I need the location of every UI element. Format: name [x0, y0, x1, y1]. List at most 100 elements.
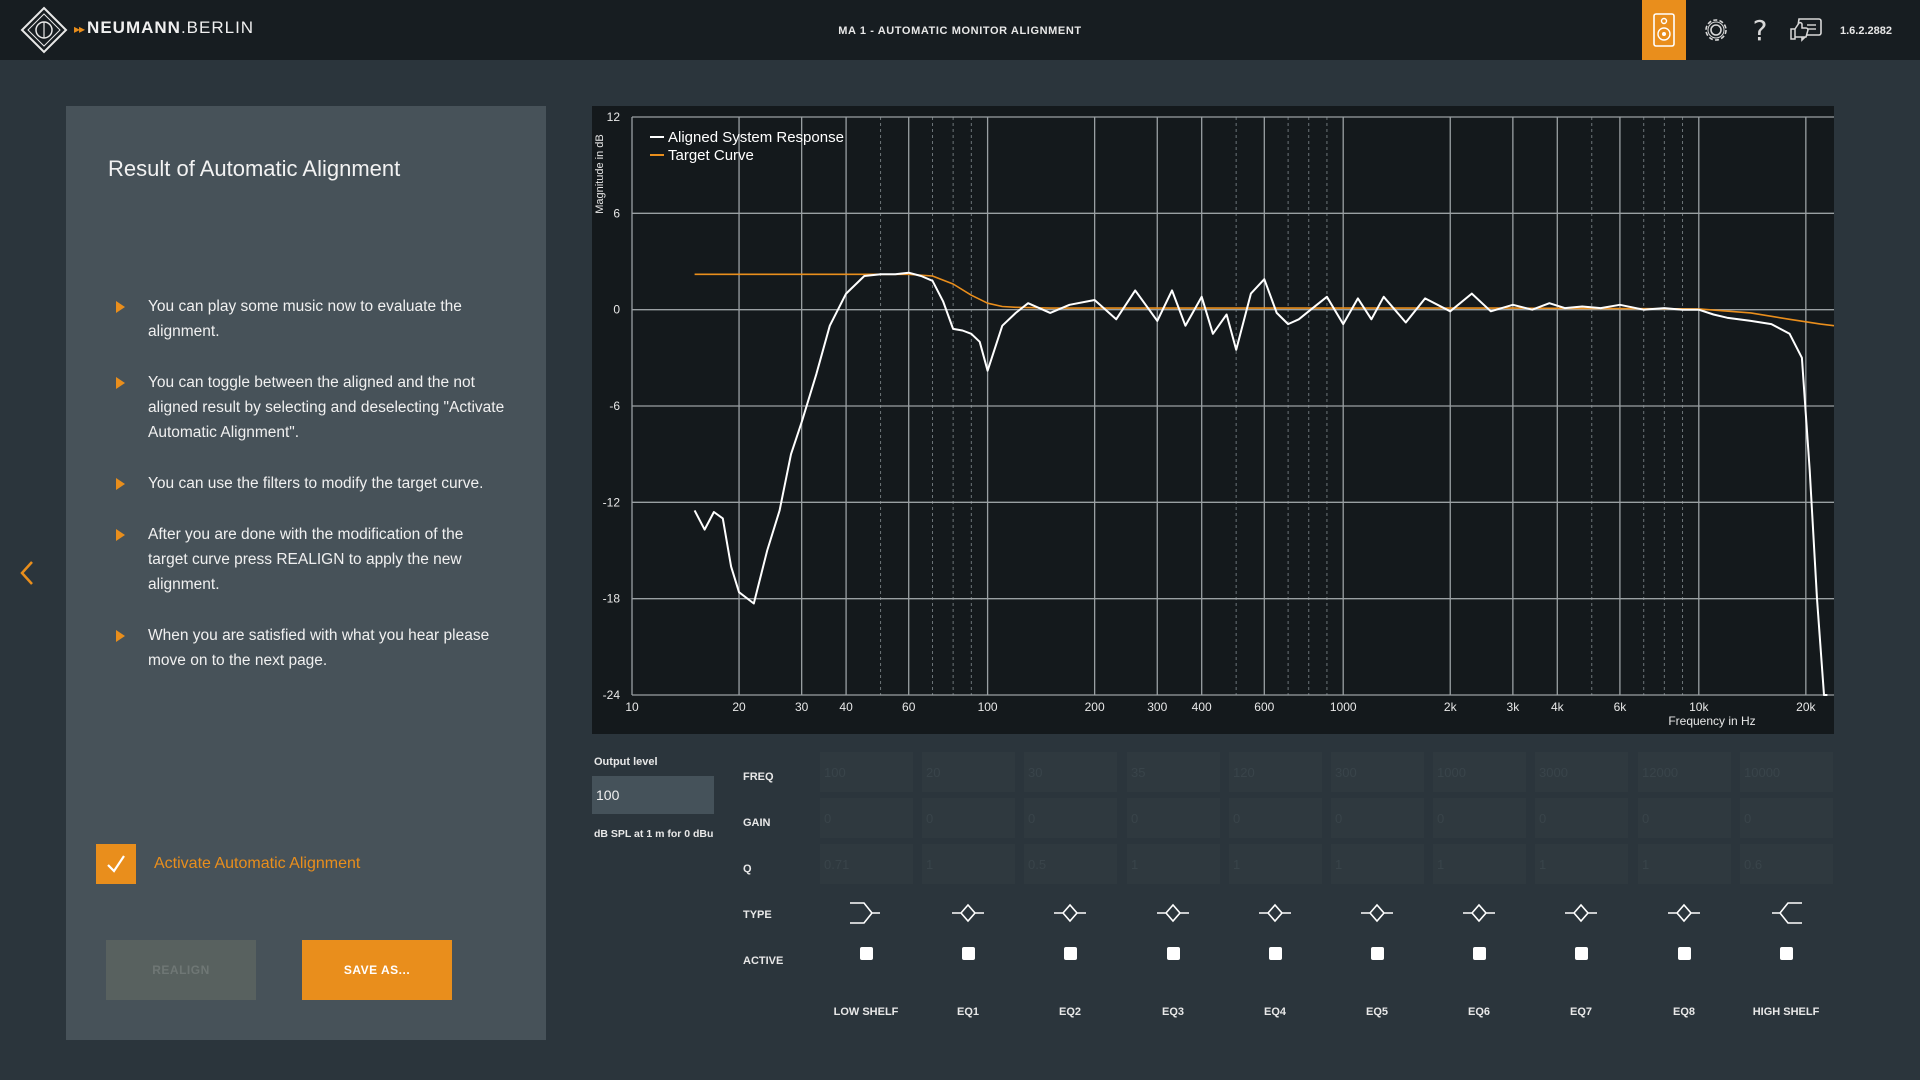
freq-input[interactable] — [820, 752, 913, 792]
gain-input[interactable] — [820, 798, 913, 838]
band-name-label: EQ3 — [1161, 1006, 1184, 1018]
peak-eq-icon[interactable] — [948, 898, 988, 928]
gain-input[interactable] — [1740, 798, 1833, 838]
peak-eq-icon[interactable] — [1561, 898, 1601, 928]
x-tick-label: 20k — [1796, 700, 1816, 714]
feedback-button[interactable] — [1784, 0, 1828, 60]
help-button[interactable]: ? — [1738, 0, 1782, 60]
tip-item: You can play some music now to evaluate … — [116, 294, 506, 344]
freq-input[interactable] — [1740, 752, 1833, 792]
q-input[interactable] — [820, 844, 913, 884]
q-input[interactable] — [1740, 844, 1833, 884]
peak-eq-icon[interactable] — [1357, 898, 1397, 928]
chevron-left-icon[interactable] — [16, 558, 40, 588]
band-name-label: EQ6 — [1467, 1006, 1490, 1018]
activate-alignment-checkbox[interactable] — [96, 844, 136, 884]
activate-alignment-toggle[interactable]: Activate Automatic Alignment — [96, 844, 360, 884]
gain-input[interactable] — [1331, 798, 1424, 838]
q-input[interactable] — [1535, 844, 1628, 884]
gear-icon — [1705, 19, 1727, 41]
x-tick-label: 100 — [978, 700, 998, 714]
feedback-icon — [1790, 18, 1822, 42]
active-checkbox[interactable] — [1780, 947, 1793, 960]
freq-input[interactable] — [1433, 752, 1526, 792]
active-checkbox[interactable] — [1575, 947, 1588, 960]
freq-input[interactable] — [922, 752, 1015, 792]
active-checkbox[interactable] — [1678, 947, 1691, 960]
peak-eq-icon[interactable] — [1459, 898, 1499, 928]
high-shelf-icon[interactable] — [1766, 898, 1806, 928]
save-as-button[interactable]: SAVE AS... — [302, 940, 452, 1000]
top-bar: ▸▸ NEUMANN.BERLIN MA 1 - AUTOMATIC MONITO… — [0, 0, 1920, 60]
freq-input[interactable] — [1331, 752, 1424, 792]
gain-input[interactable] — [1638, 798, 1731, 838]
gain-input[interactable] — [1229, 798, 1322, 838]
q-input[interactable] — [1024, 844, 1117, 884]
x-tick-label: 20 — [732, 700, 746, 714]
freq-input[interactable] — [1229, 752, 1322, 792]
tips-list: You can play some music now to evaluate … — [116, 294, 506, 699]
bullet-arrow-icon — [116, 301, 125, 313]
x-axis-label: Frequency in Hz — [1668, 714, 1755, 728]
output-level-input[interactable] — [592, 776, 714, 814]
q-input[interactable] — [1433, 844, 1526, 884]
q-input[interactable] — [1127, 844, 1220, 884]
band-name-label: EQ2 — [1058, 1006, 1081, 1018]
q-input[interactable] — [1638, 844, 1731, 884]
peak-eq-icon[interactable] — [1255, 898, 1295, 928]
checkmark-icon — [107, 855, 125, 873]
q-input[interactable] — [1229, 844, 1322, 884]
gain-input[interactable] — [1024, 798, 1117, 838]
settings-button[interactable] — [1694, 0, 1738, 60]
bullet-arrow-icon — [116, 630, 125, 642]
panel-title: Result of Automatic Alignment — [108, 156, 401, 181]
peak-eq-icon[interactable] — [1050, 898, 1090, 928]
active-checkbox[interactable] — [1167, 947, 1180, 960]
x-tick-label: 10k — [1689, 700, 1709, 714]
band-name-label: EQ5 — [1365, 1006, 1388, 1018]
peak-eq-icon[interactable] — [1664, 898, 1704, 928]
x-tick-label: 3k — [1507, 700, 1521, 714]
x-tick-label: 10 — [625, 700, 639, 714]
help-icon: ? — [1752, 13, 1768, 47]
y-axis-label: Magnitude in dB — [594, 134, 606, 214]
active-checkbox[interactable] — [1473, 947, 1486, 960]
speaker-button[interactable] — [1642, 0, 1686, 60]
active-checkbox[interactable] — [1371, 947, 1384, 960]
gain-input[interactable] — [922, 798, 1015, 838]
active-checkbox[interactable] — [962, 947, 975, 960]
output-level-unit: dB SPL at 1 m for 0 dBu — [594, 828, 714, 840]
band-name-label: LOW SHELF — [833, 1006, 899, 1018]
output-level-label: Output level — [594, 756, 658, 768]
chart-svg: 1260-6-12-18-2410 20 30 40 60 100 200 300 400 600… — [594, 110, 1834, 728]
freq-input[interactable] — [1535, 752, 1628, 792]
gain-input[interactable] — [1433, 798, 1526, 838]
peak-eq-icon[interactable] — [1153, 898, 1193, 928]
active-checkbox[interactable] — [1064, 947, 1077, 960]
gain-input[interactable] — [1127, 798, 1220, 838]
low-shelf-icon[interactable] — [846, 898, 886, 928]
tip-item: After you are done with the modification… — [116, 522, 506, 597]
y-tick-label: -24 — [603, 688, 621, 702]
bullet-arrow-icon — [116, 377, 125, 389]
y-tick-label: 6 — [613, 206, 620, 220]
band-name-label: EQ7 — [1569, 1006, 1592, 1018]
q-input[interactable] — [922, 844, 1015, 884]
freq-input[interactable] — [1127, 752, 1220, 792]
bullet-arrow-icon — [116, 529, 125, 541]
active-checkbox[interactable] — [860, 947, 873, 960]
q-input[interactable] — [1331, 844, 1424, 884]
active-checkbox[interactable] — [1269, 947, 1282, 960]
band-name-label: HIGH SHELF — [1752, 1006, 1820, 1018]
realign-button[interactable]: REALIGN — [106, 940, 256, 1000]
x-tick-label: 2k — [1444, 700, 1458, 714]
tip-text: When you are satisfied with what you hea… — [148, 627, 490, 669]
x-tick-label: 200 — [1085, 700, 1105, 714]
tip-item: You can use the filters to modify the ta… — [116, 471, 506, 496]
freq-input[interactable] — [1638, 752, 1731, 792]
x-tick-label: 400 — [1192, 700, 1212, 714]
freq-input[interactable] — [1024, 752, 1117, 792]
tip-text: You can use the filters to modify the ta… — [148, 475, 484, 492]
x-tick-label: 6k — [1614, 700, 1628, 714]
gain-input[interactable] — [1535, 798, 1628, 838]
